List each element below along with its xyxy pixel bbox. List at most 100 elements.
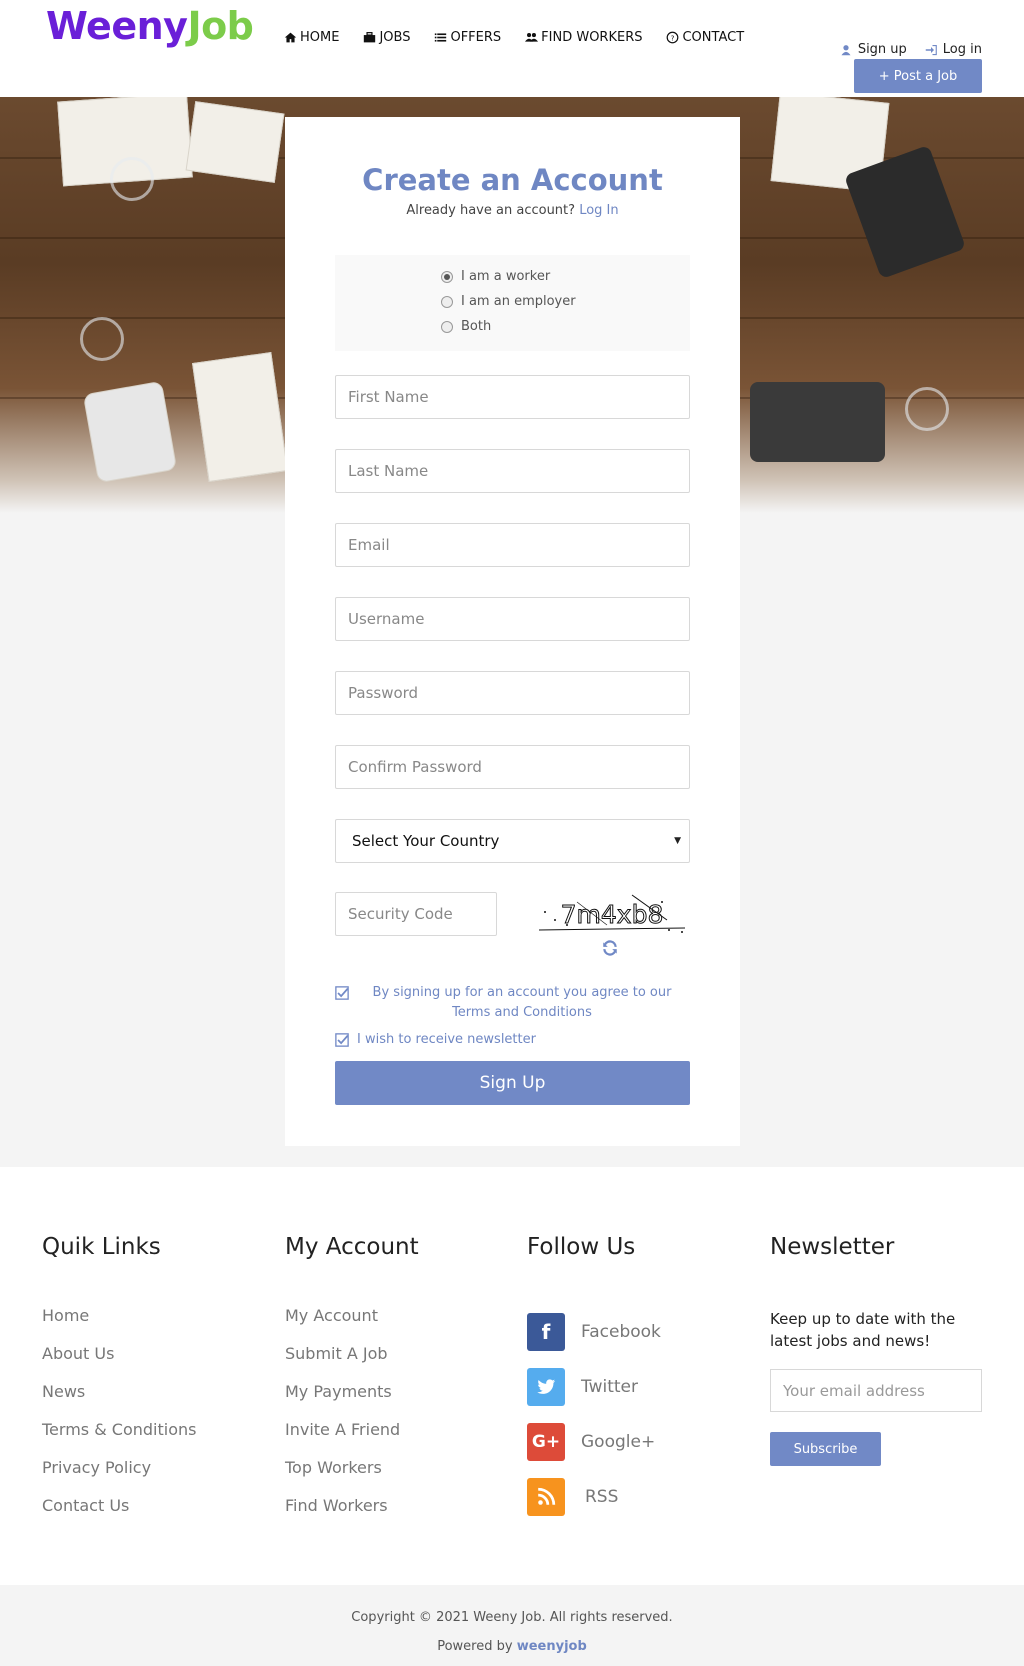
- signup-link-label: Sign up: [857, 42, 907, 57]
- site-logo[interactable]: WeenyJob: [46, 4, 254, 48]
- social-rss[interactable]: RSS: [527, 1469, 661, 1524]
- copyright-text: Copyright © 2021 Weeny Job. All rights r…: [351, 1610, 673, 1625]
- signup-link[interactable]: Sign up: [840, 42, 907, 57]
- footer-quick-link[interactable]: News: [42, 1382, 196, 1420]
- footer-newsletter: Newsletter Keep up to date with the late…: [770, 1234, 982, 1466]
- checked-checkbox-icon[interactable]: [335, 1033, 349, 1047]
- login-link[interactable]: Log in: [925, 42, 982, 57]
- nav-offers-label: OFFERS: [450, 30, 502, 45]
- glass: [80, 317, 124, 361]
- newsletter-checkbox-row[interactable]: I wish to receive newsletter: [335, 1030, 536, 1050]
- checked-checkbox-icon[interactable]: [335, 986, 349, 1000]
- radio-employer[interactable]: [441, 295, 453, 308]
- social-list: f Facebook Twitter G+ Google+ RSS: [527, 1304, 661, 1524]
- footer-quick-link[interactable]: Terms & Conditions: [42, 1420, 196, 1458]
- footer-quick-links: Quik Links Home About Us News Terms & Condi…: [42, 1234, 196, 1534]
- role-option-worker[interactable]: I am a worker: [441, 269, 550, 284]
- subscribe-button[interactable]: Subscribe: [770, 1432, 881, 1466]
- footer-account-link[interactable]: Find Workers: [285, 1496, 419, 1534]
- radio-worker[interactable]: [441, 270, 453, 283]
- nav-contact[interactable]: ? CONTACT: [666, 30, 744, 45]
- briefcase-icon: [364, 32, 376, 43]
- dropdown-caret-icon: ▼: [674, 836, 681, 846]
- footer-account-link[interactable]: My Account: [285, 1306, 419, 1344]
- footer-quick-link[interactable]: Privacy Policy: [42, 1458, 196, 1496]
- login-link-label: Log in: [942, 42, 982, 57]
- social-facebook[interactable]: f Facebook: [527, 1304, 661, 1359]
- copyright-bar: Copyright © 2021 Weeny Job. All rights r…: [0, 1585, 1024, 1666]
- social-twitter[interactable]: Twitter: [527, 1359, 661, 1414]
- nav-home[interactable]: HOME: [284, 30, 339, 45]
- nav-home-label: HOME: [300, 30, 340, 45]
- site-footer: Quik Links Home About Us News Terms & Condi…: [0, 1167, 1024, 1585]
- radio-both[interactable]: [441, 320, 453, 333]
- footer-link-list: Home About Us News Terms & Conditions Privac…: [42, 1306, 196, 1534]
- role-both-label: Both: [461, 319, 492, 334]
- footer-account-link[interactable]: Submit A Job: [285, 1344, 419, 1382]
- footer-heading: Newsletter: [770, 1234, 895, 1260]
- twitter-icon: [527, 1367, 565, 1406]
- role-selector: I am a worker I am an employer Both: [335, 255, 690, 351]
- nav-contact-label: CONTACT: [682, 30, 745, 45]
- auth-links: Sign up Log in: [840, 42, 982, 57]
- footer-account-link[interactable]: My Payments: [285, 1382, 419, 1420]
- page-title: Create an Account: [362, 163, 663, 197]
- social-label: RSS: [585, 1486, 619, 1507]
- sign-in-icon: [925, 44, 937, 55]
- captcha-image: 7m4xb8: [538, 894, 686, 933]
- newsletter-description: Keep up to date with the latest jobs and…: [770, 1310, 956, 1350]
- logo-text-job: Job: [187, 4, 254, 48]
- rss-icon: [527, 1477, 565, 1516]
- captcha-text: 7m4xb8: [561, 900, 664, 929]
- footer-heading: Quik Links: [42, 1234, 161, 1260]
- footer-heading: Follow Us: [527, 1234, 636, 1260]
- username-field[interactable]: Username: [335, 597, 690, 641]
- nav-find-workers[interactable]: FIND WORKERS: [525, 30, 642, 45]
- powered-by-brand[interactable]: weenyjob: [517, 1639, 587, 1654]
- footer-quick-link[interactable]: Contact Us: [42, 1496, 196, 1534]
- logo-text-weeny: Weeny: [46, 4, 188, 48]
- nav-find-workers-label: FIND WORKERS: [541, 30, 643, 45]
- footer-account-link[interactable]: Invite A Friend: [285, 1420, 419, 1458]
- signup-button[interactable]: Sign Up: [335, 1061, 690, 1105]
- security-code-field[interactable]: Security Code: [335, 892, 497, 936]
- footer-my-account: My Account My Account Submit A Job My Paym…: [285, 1234, 419, 1534]
- home-icon: [284, 32, 297, 43]
- newsletter-text: I wish to receive newsletter: [357, 1032, 536, 1047]
- terms-text: By signing up for an account you agree t…: [372, 985, 672, 1020]
- footer-heading: My Account: [285, 1234, 419, 1260]
- last-name-field[interactable]: Last Name: [335, 449, 690, 493]
- post-job-button[interactable]: + Post a Job: [854, 59, 982, 93]
- email-field[interactable]: Email: [335, 523, 690, 567]
- login-link-inline[interactable]: Log In: [579, 203, 618, 218]
- terms-checkbox-row[interactable]: By signing up for an account you agree t…: [335, 983, 690, 1023]
- footer-account-link[interactable]: Top Workers: [285, 1458, 419, 1496]
- country-select[interactable]: Select Your Country ▼: [335, 819, 690, 863]
- role-worker-label: I am a worker: [461, 269, 551, 284]
- document-paper: [185, 101, 285, 183]
- password-field[interactable]: Password: [335, 671, 690, 715]
- nav-offers[interactable]: OFFERS: [434, 30, 501, 45]
- confirm-password-field[interactable]: Confirm Password: [335, 745, 690, 789]
- login-prompt-text: Already have an account?: [406, 203, 576, 218]
- powered-by: Powered by weenyjob: [0, 1639, 1024, 1654]
- role-option-both[interactable]: Both: [441, 319, 491, 334]
- newsletter-email-input[interactable]: Your email address: [770, 1369, 982, 1412]
- users-icon: [525, 33, 539, 42]
- role-option-employer[interactable]: I am an employer: [441, 294, 576, 309]
- footer-quick-link[interactable]: Home: [42, 1306, 196, 1344]
- user-icon: [841, 44, 851, 55]
- footer-quick-link[interactable]: About Us: [42, 1344, 196, 1382]
- social-google-plus[interactable]: G+ Google+: [527, 1414, 661, 1469]
- nav-jobs[interactable]: JOBS: [363, 30, 410, 45]
- google-plus-icon: G+: [527, 1422, 565, 1461]
- signup-card: Create an Account Already have an accoun…: [285, 117, 740, 1146]
- desk-phone-white: [82, 380, 178, 484]
- question-circle-icon: ?: [667, 31, 679, 44]
- laptop: [750, 382, 885, 462]
- main-nav: HOME JOBS OFFERS FIND WORKERS ? CONTACT: [284, 30, 744, 45]
- list-icon: [435, 33, 447, 42]
- social-label: Facebook: [581, 1321, 661, 1342]
- first-name-field[interactable]: First Name: [335, 375, 690, 419]
- refresh-captcha-icon[interactable]: [601, 939, 619, 957]
